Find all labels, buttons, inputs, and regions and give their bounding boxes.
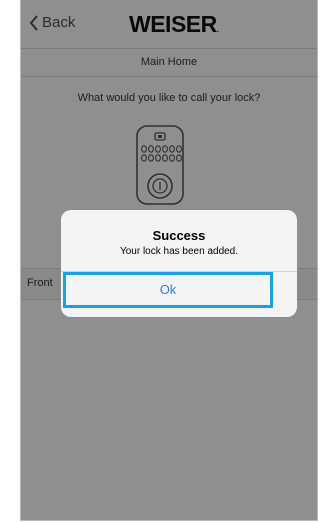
alert-title: Success bbox=[152, 228, 206, 243]
app-screen: Back WEISER. Main Home What would you li… bbox=[20, 0, 318, 521]
alert-message: Your lock has been added. bbox=[119, 246, 239, 257]
ok-button[interactable]: Ok bbox=[63, 272, 273, 308]
